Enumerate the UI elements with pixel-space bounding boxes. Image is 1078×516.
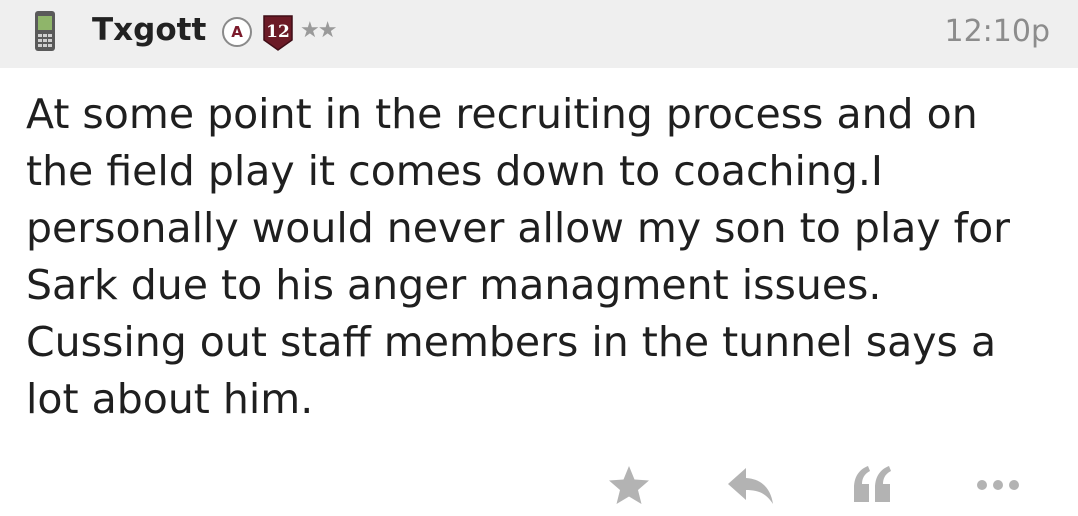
post-timestamp: 12:10p (944, 14, 1051, 49)
post-header: Txgott A 12 ★★ 12:10p (0, 0, 1078, 68)
reply-icon[interactable] (726, 462, 773, 508)
post: Txgott A 12 ★★ 12:10p At some point in t… (0, 0, 1078, 516)
post-body: At some point in the recruiting process … (26, 90, 1011, 423)
level-badge-text: 12 (266, 22, 290, 42)
star-icon[interactable] (606, 462, 652, 508)
level-badge: 12 (262, 14, 294, 52)
more-icon[interactable] (972, 462, 1032, 508)
badge-a: A (222, 17, 252, 47)
phone-icon (34, 10, 56, 52)
username-link[interactable]: Txgott (92, 10, 206, 50)
quote-icon[interactable] (850, 462, 896, 508)
rating-stars: ★★ (300, 18, 337, 43)
